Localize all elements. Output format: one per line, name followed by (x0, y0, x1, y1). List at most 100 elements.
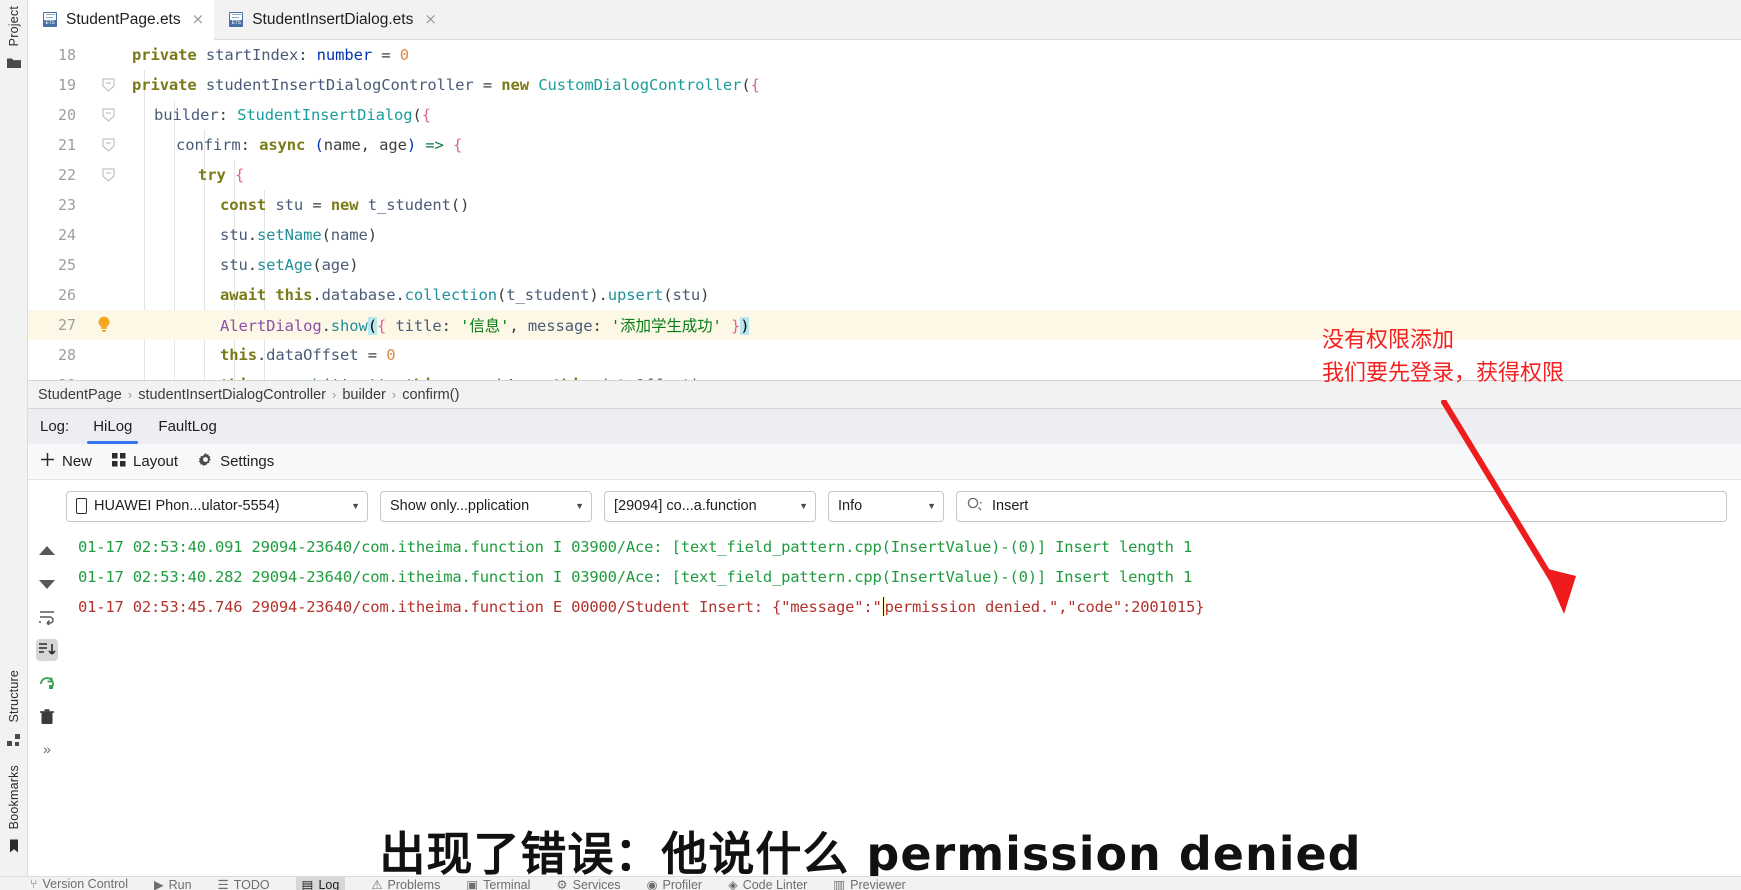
gutter[interactable] (86, 190, 132, 220)
code-text: stu.setName(name) (220, 226, 377, 244)
fold-icon[interactable] (102, 168, 115, 182)
log-level-selector[interactable]: Info ▼ (828, 490, 944, 522)
preview-icon: ▥ (833, 878, 846, 890)
gutter[interactable] (86, 100, 132, 130)
scroll-down-icon[interactable] (36, 573, 58, 595)
gear-icon (198, 452, 213, 471)
gutter[interactable] (86, 280, 132, 310)
services-icon: ⚙ (556, 878, 568, 890)
editor-tab-bar: ETS StudentPage.ets × ETS StudentInsertD… (28, 0, 1741, 40)
chevron-down-icon: ▼ (575, 501, 584, 511)
status-run[interactable]: ▶ Run (154, 877, 192, 890)
gutter[interactable] (86, 220, 132, 250)
status-problems-label: Problems (387, 877, 441, 890)
new-button-label: New (62, 453, 93, 470)
status-profiler[interactable]: ◉ Profiler (647, 877, 703, 890)
code-text: private startIndex: number = 0 (132, 46, 409, 64)
ets-file-icon: ETS (228, 11, 245, 28)
annotation-right: 没有权限添加 我们要先登录，获得权限 (1322, 324, 1564, 390)
line-number: 21 (57, 136, 76, 154)
process-selector-value: [29094] co...a.function (614, 498, 757, 514)
warning-icon: ⚠ (371, 878, 383, 890)
tab-close-icon[interactable]: × (424, 12, 437, 27)
log-label: Log: (40, 418, 70, 435)
tab-close-icon[interactable]: × (192, 12, 205, 27)
fold-icon[interactable] (102, 78, 115, 92)
wrap-text-icon[interactable] (36, 606, 58, 628)
gutter[interactable] (86, 40, 132, 70)
plus-icon (40, 452, 55, 471)
line-number: 25 (57, 256, 76, 274)
fold-icon[interactable] (102, 108, 115, 122)
restart-icon[interactable] (36, 672, 58, 694)
device-selector-value: HUAWEI Phon...ulator-5554) (94, 498, 280, 514)
log-icon: ▤ (301, 878, 314, 890)
chevron-down-icon: ▼ (799, 501, 808, 511)
more-icon[interactable]: » (36, 738, 58, 760)
ide-window: Project Structure Bookmarks ETS StudentP… (0, 0, 1741, 890)
breadcrumb-item-1[interactable]: studentInsertDialogController (138, 387, 326, 403)
sidebar-item-structure[interactable]: Structure (6, 670, 22, 748)
folder-icon (6, 55, 22, 71)
status-terminal[interactable]: ▣ Terminal (466, 877, 530, 890)
gutter[interactable] (86, 370, 132, 380)
breadcrumb-item-2[interactable]: builder (342, 387, 386, 403)
status-code-linter[interactable]: ◈ Code Linter (728, 877, 807, 890)
status-terminal-label: Terminal (483, 877, 531, 890)
soft-wrap-icon[interactable] (36, 639, 58, 661)
gutter[interactable] (86, 340, 132, 370)
code-line: 25 stu.setAge(age) (28, 250, 1741, 280)
settings-button[interactable]: Settings (198, 452, 274, 471)
log-line-error-suffix: permission denied.","code":2001015} (884, 598, 1205, 616)
gutter[interactable] (86, 250, 132, 280)
log-toolbar: New Layout Settings (28, 444, 1741, 480)
scroll-up-icon[interactable] (36, 540, 58, 562)
intention-bulb-icon[interactable] (96, 315, 112, 340)
gutter[interactable] (86, 160, 132, 190)
code-line: 19 private studentInsertDialogController… (28, 70, 1741, 100)
line-number: 27 (57, 316, 76, 334)
log-level-selector-value: Info (838, 498, 863, 514)
breadcrumb-item-0[interactable]: StudentPage (38, 387, 122, 403)
log-search-input[interactable]: Insert (956, 490, 1727, 522)
ets-file-icon: ETS (42, 11, 59, 28)
status-previewer[interactable]: ▥ Previewer (833, 877, 905, 890)
line-number: 18 (57, 46, 76, 64)
sidebar-item-project[interactable]: Project (6, 6, 22, 71)
gutter[interactable] (86, 310, 132, 340)
status-log[interactable]: ▤ Log (295, 877, 346, 890)
scope-selector[interactable]: Show only...pplication ▼ (380, 490, 592, 522)
tab-hilog[interactable]: HiLog (87, 409, 139, 444)
status-version-control[interactable]: ⑂ Version Control (30, 877, 128, 890)
scope-selector-value: Show only...pplication (390, 498, 530, 514)
code-line: 23 const stu = new t_student() (28, 190, 1741, 220)
code-line: 24 stu.setName(name) (28, 220, 1741, 250)
device-selector[interactable]: HUAWEI Phon...ulator-5554) ▼ (66, 490, 368, 522)
status-previewer-label: Previewer (850, 877, 906, 890)
line-number: 22 (57, 166, 76, 184)
gutter[interactable] (86, 70, 132, 100)
trash-icon[interactable] (36, 705, 58, 727)
new-button[interactable]: New (40, 452, 92, 471)
gutter[interactable] (86, 130, 132, 160)
log-line-error: 01-17 02:53:45.746 29094-23640/com.ithei… (66, 592, 1741, 622)
status-log-label: Log (318, 877, 340, 890)
layout-button[interactable]: Layout (112, 452, 178, 471)
code-line: 22 try { (28, 160, 1741, 190)
breadcrumb-item-3[interactable]: confirm() (402, 387, 459, 403)
status-problems[interactable]: ⚠ Problems (371, 877, 440, 890)
process-selector[interactable]: [29094] co...a.function ▼ (604, 490, 816, 522)
layout-grid-icon (112, 452, 126, 471)
code-line: 26 await this.database.collection(t_stud… (28, 280, 1741, 310)
code-text: const stu = new t_student() (220, 196, 470, 214)
profiler-icon: ◉ (646, 878, 658, 890)
tab-student-page[interactable]: ETS StudentPage.ets × (28, 0, 215, 40)
line-number: 19 (57, 76, 76, 94)
status-services[interactable]: ⚙ Services (556, 877, 620, 890)
tab-student-insert-dialog[interactable]: ETS StudentInsertDialog.ets × (214, 0, 447, 39)
status-run-label: Run (168, 877, 192, 890)
code-text: AlertDialog.show({ title: '信息', message:… (220, 317, 750, 335)
fold-icon[interactable] (102, 138, 115, 152)
status-todo[interactable]: ☰ TODO (218, 877, 270, 890)
tab-faultlog[interactable]: FaultLog (156, 409, 218, 444)
